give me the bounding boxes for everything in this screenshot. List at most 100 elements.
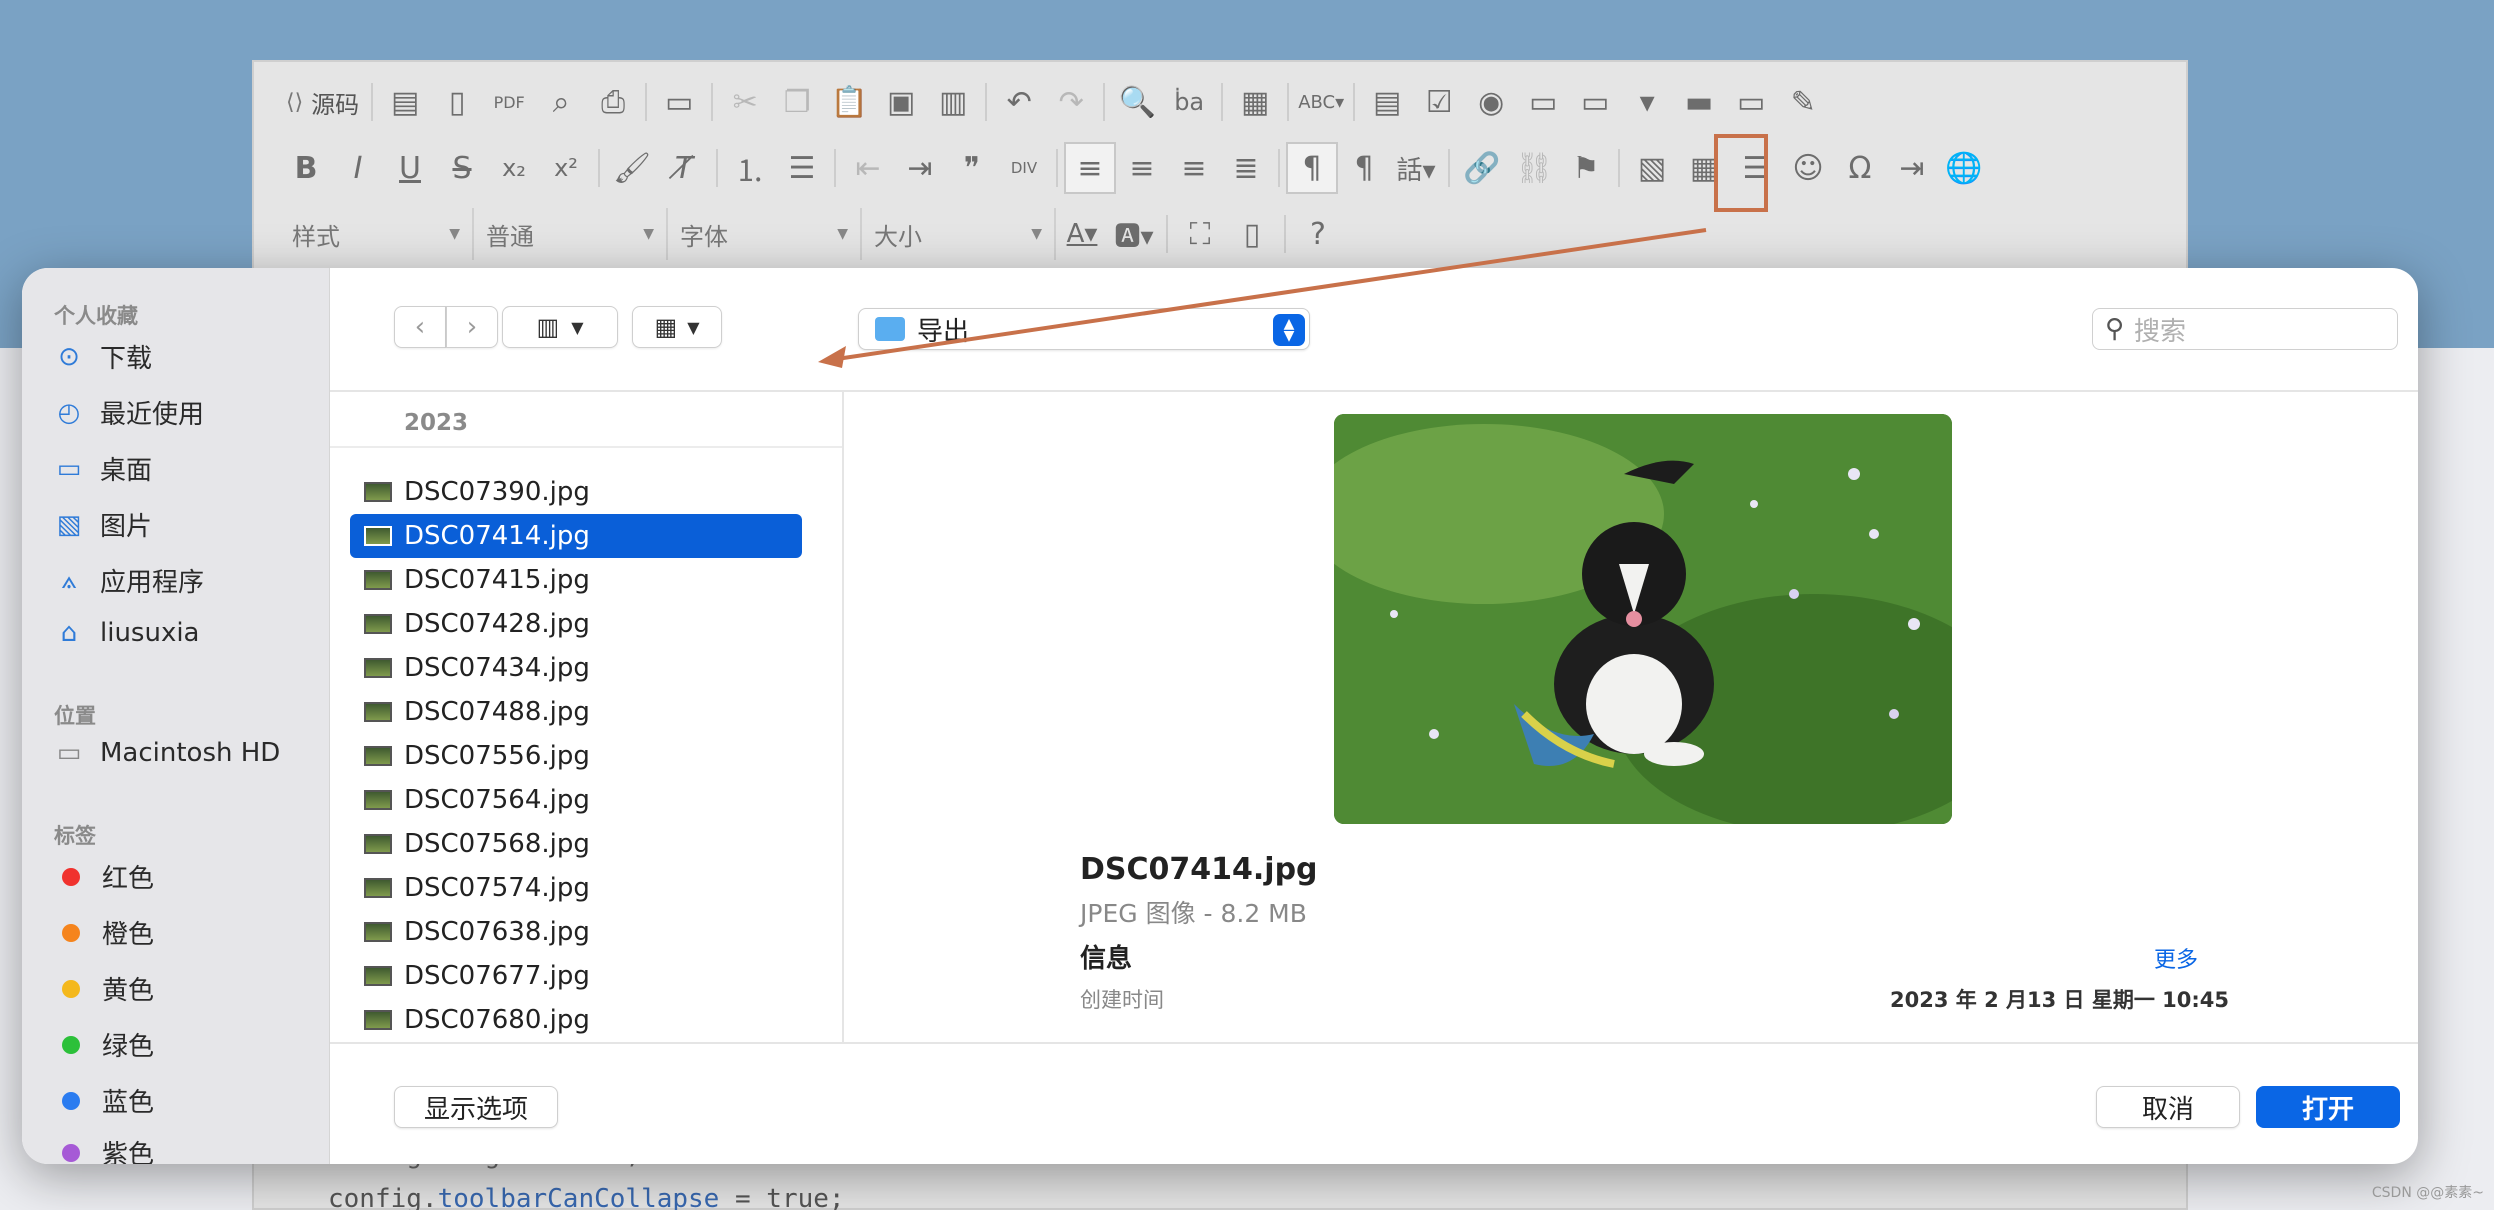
new-page-icon[interactable]: ▯ — [431, 76, 483, 128]
radio-icon[interactable]: ◉ — [1465, 76, 1517, 128]
group-mode-button[interactable]: ▦ ▼ — [632, 306, 722, 348]
copy-icon[interactable]: ❐ — [771, 76, 823, 128]
sidebar-item-home[interactable]: ⌂ liusuxia — [54, 618, 200, 648]
format-combo[interactable]: 普通 ▼ — [474, 208, 668, 260]
link-icon[interactable]: 🔗 — [1456, 142, 1508, 194]
show-blocks-icon[interactable]: ▯ — [1226, 208, 1278, 260]
file-row[interactable]: DSC07428.jpg — [350, 602, 802, 646]
unlink-icon[interactable]: ⛓ — [1508, 142, 1560, 194]
show-options-button[interactable]: 显示选项 — [394, 1086, 558, 1128]
italic-icon[interactable]: I — [332, 142, 384, 194]
style-combo[interactable]: 样式 ▼ — [280, 208, 474, 260]
hidden-field-icon[interactable]: ✎ — [1777, 76, 1829, 128]
file-row-selected[interactable]: DSC07414.jpg — [350, 514, 802, 558]
strikethrough-icon[interactable]: S — [436, 142, 488, 194]
back-button[interactable]: ‹ — [394, 306, 446, 348]
subscript-icon[interactable]: x₂ — [488, 142, 540, 194]
sidebar-item-macintosh-hd[interactable]: ▭ Macintosh HD — [54, 738, 281, 768]
file-row[interactable]: DSC07677.jpg — [350, 954, 802, 998]
templates-icon[interactable]: ▭ — [653, 76, 705, 128]
undo-icon[interactable]: ↶ — [993, 76, 1045, 128]
file-row[interactable]: DSC07638.jpg — [350, 910, 802, 954]
sidebar-tag-orange[interactable]: 橙色 — [54, 914, 154, 951]
file-row[interactable]: DSC07415.jpg — [350, 558, 802, 602]
sidebar-tag-green[interactable]: 绿色 — [54, 1026, 154, 1063]
button-field-icon[interactable]: ▬ — [1673, 76, 1725, 128]
help-icon[interactable]: ? — [1292, 208, 1344, 260]
sidebar-item-desktop[interactable]: ▭ 桌面 — [54, 450, 152, 487]
size-combo[interactable]: 大小 ▼ — [862, 208, 1056, 260]
sidebar-item-recents[interactable]: ◴ 最近使用 — [54, 394, 204, 431]
text-ltr-icon[interactable]: ¶ — [1286, 142, 1338, 194]
file-row[interactable]: DSC07556.jpg — [350, 734, 802, 778]
replace-icon[interactable]: ḃa — [1163, 76, 1215, 128]
outdent-icon[interactable]: ⇤ — [842, 142, 894, 194]
sidebar-tag-blue[interactable]: 蓝色 — [54, 1082, 154, 1119]
more-link[interactable]: 更多 — [2154, 942, 2198, 974]
sidebar-item-pictures[interactable]: ▧ 图片 — [54, 506, 152, 543]
view-mode-button[interactable]: ▥ ▼ — [502, 306, 618, 348]
file-row[interactable]: DSC07390.jpg — [350, 470, 802, 514]
background-color-icon[interactable]: 🅰▾ — [1108, 208, 1160, 260]
location-popup[interactable]: 导出 ▲ ▼ — [858, 308, 1310, 350]
cut-icon[interactable]: ✂ — [719, 76, 771, 128]
redo-icon[interactable]: ↷ — [1045, 76, 1097, 128]
sidebar-item-downloads[interactable]: ⊙ 下载 — [54, 338, 152, 375]
maximize-icon[interactable]: ⛶ — [1174, 208, 1226, 260]
align-center-icon[interactable]: ≡ — [1116, 142, 1168, 194]
div-container-icon[interactable]: DIV — [998, 142, 1050, 194]
text-color-icon[interactable]: A▾ — [1056, 208, 1108, 260]
file-row[interactable]: DSC07568.jpg — [350, 822, 802, 866]
sidebar-tag-purple[interactable]: 紫色 — [54, 1134, 154, 1164]
select-all-icon[interactable]: ▦ — [1229, 76, 1281, 128]
file-row[interactable]: DSC07564.jpg — [350, 778, 802, 822]
bold-icon[interactable]: B — [280, 142, 332, 194]
export-pdf-icon[interactable]: PDF — [483, 76, 535, 128]
special-char-icon[interactable]: Ω — [1834, 142, 1886, 194]
paste-icon[interactable]: 📋 — [823, 76, 875, 128]
select-field-icon[interactable]: ▾ — [1621, 76, 1673, 128]
align-left-icon[interactable]: ≡ — [1064, 142, 1116, 194]
file-row[interactable]: DSC07488.jpg — [350, 690, 802, 734]
file-row[interactable]: DSC07574.jpg — [350, 866, 802, 910]
checkbox-icon[interactable]: ☑ — [1413, 76, 1465, 128]
anchor-icon[interactable]: ⚑ — [1560, 142, 1612, 194]
preview-icon[interactable]: ⌕ — [535, 76, 587, 128]
underline-icon[interactable]: U — [384, 142, 436, 194]
iframe-icon[interactable]: 🌐 — [1938, 142, 1990, 194]
image-button-icon[interactable]: ▭ — [1725, 76, 1777, 128]
paste-word-icon[interactable]: ▥ — [927, 76, 979, 128]
file-row[interactable]: DSC07434.jpg — [350, 646, 802, 690]
page-break-icon[interactable]: ⇥ — [1886, 142, 1938, 194]
indent-icon[interactable]: ⇥ — [894, 142, 946, 194]
textarea-icon[interactable]: ▭ — [1569, 76, 1621, 128]
file-row[interactable]: DSC07680.jpg — [350, 998, 802, 1042]
open-button[interactable]: 打开 — [2256, 1086, 2400, 1128]
text-rtl-icon[interactable]: ¶ — [1338, 142, 1390, 194]
find-icon[interactable]: 🔍 — [1111, 76, 1163, 128]
language-icon[interactable]: 話▾ — [1390, 142, 1442, 194]
sidebar-tag-yellow[interactable]: 黄色 — [54, 970, 154, 1007]
forward-button[interactable]: › — [446, 306, 498, 348]
font-combo[interactable]: 字体 ▼ — [668, 208, 862, 260]
sidebar-tag-red[interactable]: 红色 — [54, 858, 154, 895]
sidebar-item-applications[interactable]: ⟑ 应用程序 — [54, 562, 204, 599]
source-button[interactable]: ⟨⟩ 源码 — [280, 76, 365, 128]
numbered-list-icon[interactable]: ⒈ — [724, 142, 776, 194]
paste-text-icon[interactable]: ▣ — [875, 76, 927, 128]
form-icon[interactable]: ▤ — [1361, 76, 1413, 128]
superscript-icon[interactable]: x² — [540, 142, 592, 194]
align-justify-icon[interactable]: ≣ — [1220, 142, 1272, 194]
search-field[interactable]: ⚲ 搜索 — [2092, 308, 2398, 350]
smiley-icon[interactable]: ☺ — [1782, 142, 1834, 194]
print-icon[interactable]: ⎙ — [587, 76, 639, 128]
bulleted-list-icon[interactable]: ☰ — [776, 142, 828, 194]
remove-format-icon[interactable]: T̸ — [658, 142, 710, 194]
text-field-icon[interactable]: ▭ — [1517, 76, 1569, 128]
cancel-button[interactable]: 取消 — [2096, 1086, 2240, 1128]
image-icon[interactable]: ▧ — [1626, 142, 1678, 194]
align-right-icon[interactable]: ≡ — [1168, 142, 1220, 194]
spellcheck-icon[interactable]: ABC▾ — [1295, 76, 1347, 128]
copy-format-icon[interactable]: 🖌 — [606, 142, 658, 194]
save-icon[interactable]: ▤ — [379, 76, 431, 128]
